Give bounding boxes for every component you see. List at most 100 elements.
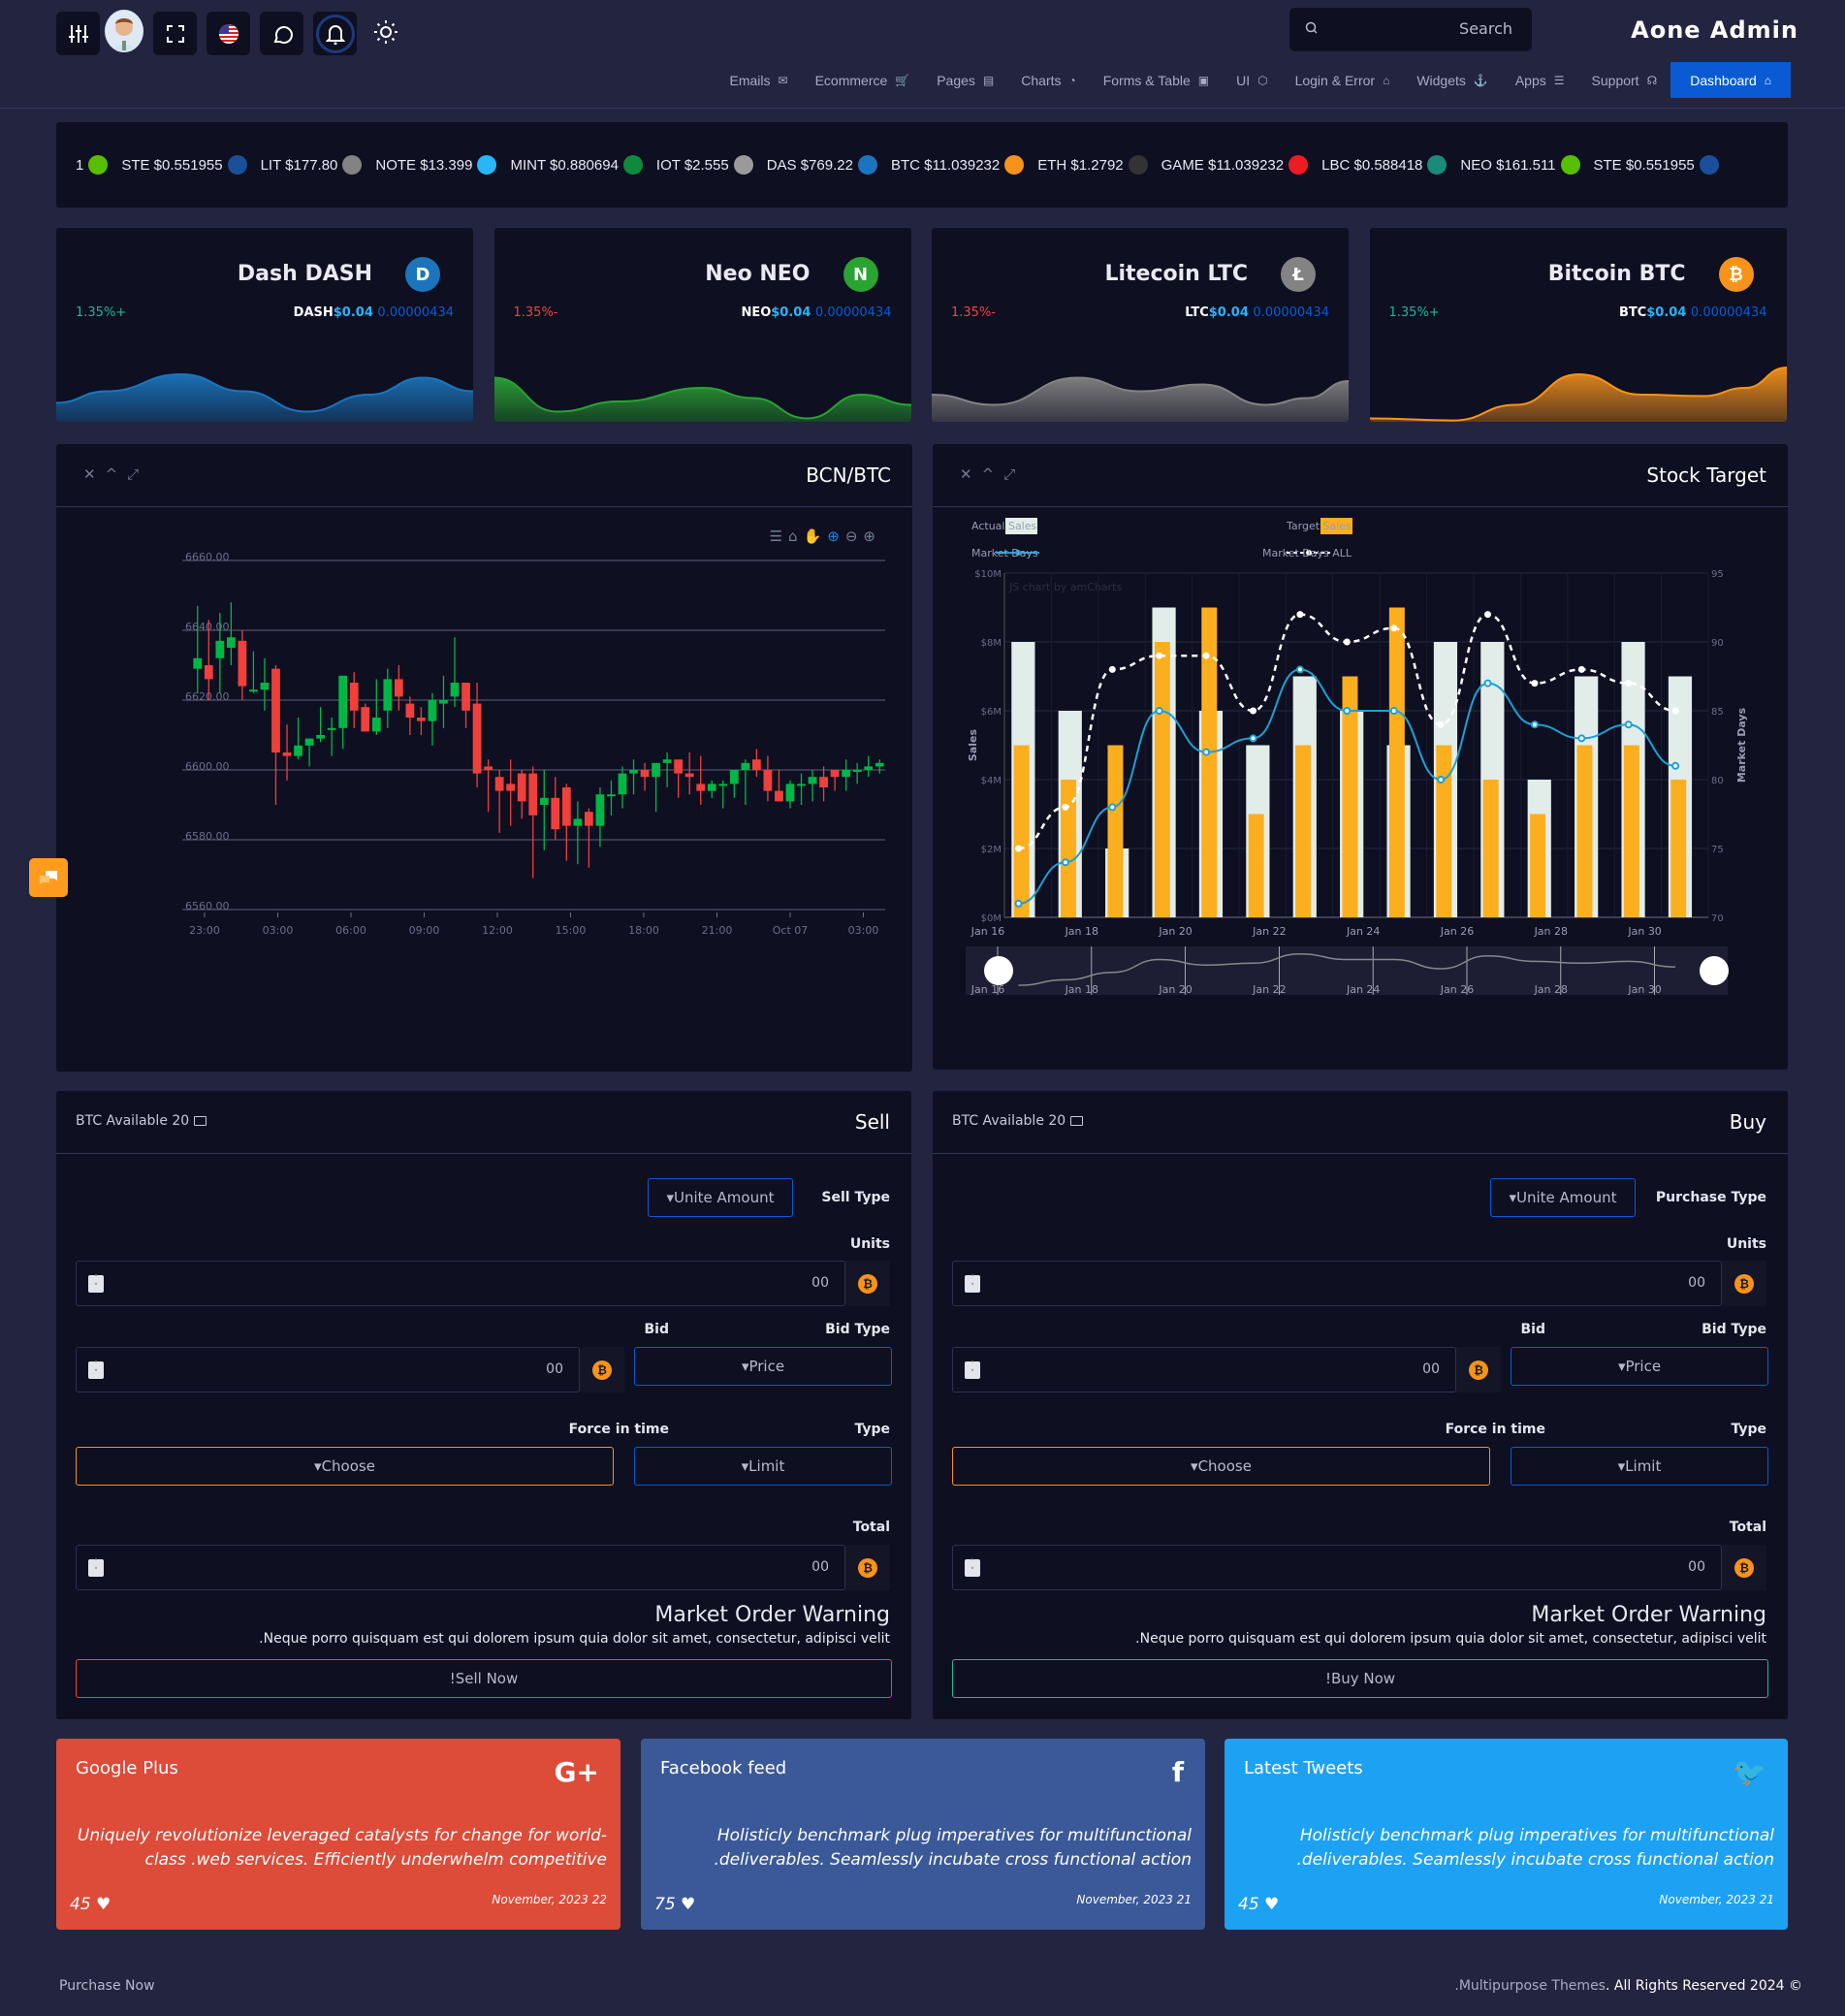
notifications-button[interactable] bbox=[313, 12, 357, 55]
units-input[interactable]: ˄ ˅ 00 bbox=[76, 1261, 845, 1306]
nav-item-dashboard[interactable]: Dashboard ⌂ bbox=[1670, 62, 1791, 98]
spinner-icon[interactable]: ˄ ˅ bbox=[88, 1559, 104, 1577]
spinner-icon[interactable]: ˄ ˅ bbox=[965, 1275, 980, 1293]
order-type-dropdown[interactable]: ▾ Limit bbox=[1511, 1447, 1768, 1486]
ticker-text: 1 bbox=[76, 156, 84, 174]
nav-icon: ⚓ bbox=[1473, 73, 1488, 87]
bar-target-sales bbox=[1623, 745, 1639, 917]
panel-controls: ✕^⤢ bbox=[83, 465, 148, 483]
collapse-icon[interactable]: ^ bbox=[982, 465, 1004, 483]
close-icon[interactable]: ✕ bbox=[83, 465, 106, 483]
legend-label[interactable]: Target Sales bbox=[1286, 520, 1352, 532]
like-count[interactable]: 45 ♥ bbox=[1238, 1895, 1279, 1914]
nav-icon: ✉ bbox=[778, 73, 788, 87]
unit-amount-dropdown[interactable]: ▾ Unite Amount bbox=[648, 1178, 793, 1217]
fullscreen-button[interactable] bbox=[153, 12, 197, 55]
order-type-dropdown[interactable]: ▾ Limit bbox=[634, 1447, 892, 1486]
bid-input[interactable]: ˄ ˅ 00 bbox=[76, 1347, 580, 1392]
y-tick-label: 6560.00 bbox=[185, 900, 230, 912]
nav-item-charts[interactable]: Charts ◔ bbox=[1007, 73, 1089, 88]
legend-label[interactable]: Market Days ALL bbox=[1262, 547, 1352, 560]
x-tick-label: Jan 26 bbox=[1440, 925, 1474, 938]
nav-label: Forms & Table bbox=[1102, 72, 1191, 88]
bid-type-dropdown[interactable]: ▾ Price bbox=[634, 1347, 892, 1386]
nav-item-forms-table[interactable]: Forms & Table ▣ bbox=[1090, 73, 1223, 88]
scrollbar-handle-right[interactable] bbox=[1700, 956, 1729, 985]
bid-type-dropdown[interactable]: ▾ Price bbox=[1511, 1347, 1768, 1386]
btc-addon: ₿ bbox=[1456, 1347, 1501, 1392]
y-tick-label: 6580.00 bbox=[185, 830, 230, 843]
spinner-icon[interactable]: ˄ ˅ bbox=[88, 1361, 104, 1379]
nav-item-login-error[interactable]: Login & Error ⌂ bbox=[1282, 73, 1404, 88]
scrollbar-handle-left[interactable] bbox=[984, 956, 1013, 985]
like-count[interactable]: 75 ♥ bbox=[654, 1895, 695, 1914]
collapse-icon[interactable]: ^ bbox=[106, 465, 128, 483]
nav-item-emails[interactable]: Emails ✉ bbox=[716, 73, 802, 88]
expand-icon[interactable]: ⤢ bbox=[1003, 465, 1025, 483]
x-tick-label: 03:00 bbox=[848, 924, 879, 937]
chat-float-button[interactable] bbox=[29, 858, 68, 897]
candle-body bbox=[238, 640, 247, 687]
force-in-time-dropdown[interactable]: ▾ Choose bbox=[952, 1447, 1490, 1486]
nav-item-ecommerce[interactable]: Ecommerce 🛒 bbox=[802, 73, 924, 88]
buy-now-button[interactable]: !Buy Now bbox=[952, 1659, 1768, 1698]
like-count[interactable]: 45 ♥ bbox=[70, 1895, 111, 1914]
x-tick-label: Oct 07 bbox=[773, 924, 809, 937]
theme-toggle[interactable] bbox=[373, 19, 398, 48]
us-flag-icon bbox=[218, 23, 239, 44]
force-in-time-dropdown[interactable]: ▾ Choose bbox=[76, 1447, 614, 1486]
candle-body bbox=[607, 794, 616, 797]
chat-button[interactable] bbox=[260, 12, 303, 55]
spinner-icon[interactable]: ˄ ˅ bbox=[965, 1361, 980, 1379]
coin-name: Neo NEO bbox=[705, 262, 811, 286]
legend-label[interactable]: Actual Sales bbox=[971, 520, 1037, 532]
btc-logo-icon: ₿ bbox=[1718, 257, 1754, 292]
nav-item-apps[interactable]: Apps ☰ bbox=[1502, 73, 1578, 88]
change-percent: 1.35%+ bbox=[76, 305, 127, 320]
candle-body bbox=[830, 770, 840, 778]
scrollbar-tick-label: Jan 24 bbox=[1346, 983, 1380, 996]
nav-item-support[interactable]: Support ☊ bbox=[1578, 73, 1671, 88]
point-market-days bbox=[1014, 899, 1023, 908]
avatar[interactable] bbox=[105, 10, 143, 52]
close-icon[interactable]: ✕ bbox=[960, 465, 982, 483]
btc-addon: ₿ bbox=[580, 1347, 624, 1392]
y-tick-label: 6660.00 bbox=[185, 551, 230, 563]
language-button[interactable] bbox=[207, 12, 250, 55]
neo-icon bbox=[1560, 155, 1580, 175]
nav-item-ui[interactable]: UI ⬡ bbox=[1223, 73, 1281, 88]
point-market-days-all bbox=[1390, 624, 1398, 632]
legend-label[interactable]: Market Days bbox=[971, 547, 1038, 560]
total-input[interactable]: ˄ ˅ 00 bbox=[952, 1545, 1722, 1590]
candle-body bbox=[842, 770, 851, 778]
y2-tick-label: 85 bbox=[1711, 707, 1724, 718]
purchase-now-link[interactable]: Purchase Now bbox=[59, 1978, 155, 1994]
candle-body bbox=[417, 718, 426, 721]
spinner-icon[interactable]: ˄ ˅ bbox=[88, 1275, 104, 1293]
settings-button[interactable] bbox=[56, 12, 100, 55]
expand-icon[interactable]: ⤢ bbox=[127, 465, 148, 483]
brand-logo[interactable]: Aone Admin bbox=[1631, 16, 1798, 44]
nav-label: Apps bbox=[1514, 72, 1546, 88]
spinner-icon[interactable]: ˄ ˅ bbox=[965, 1559, 980, 1577]
themes-link[interactable]: .Multipurpose Themes bbox=[1454, 1978, 1606, 1994]
units-input[interactable]: ˄ ˅ 00 bbox=[952, 1261, 1722, 1306]
search-input[interactable]: Search bbox=[1289, 8, 1532, 51]
x-tick-label: Jan 28 bbox=[1534, 925, 1568, 938]
x-tick-label: Jan 22 bbox=[1252, 925, 1286, 938]
sell-now-button[interactable]: !Sell Now bbox=[76, 1659, 892, 1698]
unit-amount-dropdown[interactable]: ▾ Unite Amount bbox=[1490, 1178, 1636, 1217]
ticker-text: LBC $0.588418 bbox=[1321, 156, 1423, 174]
units-label: Units bbox=[1726, 1236, 1766, 1252]
coin-price: DASH$0.04 0.00000434 bbox=[293, 305, 454, 320]
twitter-icon: 🐦 bbox=[1733, 1756, 1766, 1788]
bitcoin-icon: ₿ bbox=[1734, 1273, 1754, 1294]
nav-item-pages[interactable]: Pages ▤ bbox=[923, 73, 1007, 88]
force-label: Force in time bbox=[568, 1422, 669, 1437]
y2-tick-label: 95 bbox=[1711, 569, 1724, 580]
nav-item-widgets[interactable]: Widgets ⚓ bbox=[1403, 73, 1502, 88]
total-input[interactable]: ˄ ˅ 00 bbox=[76, 1545, 845, 1590]
bid-input[interactable]: ˄ ˅ 00 bbox=[952, 1347, 1456, 1392]
point-market-days-all bbox=[1296, 611, 1304, 619]
point-market-days-all bbox=[1671, 707, 1679, 715]
